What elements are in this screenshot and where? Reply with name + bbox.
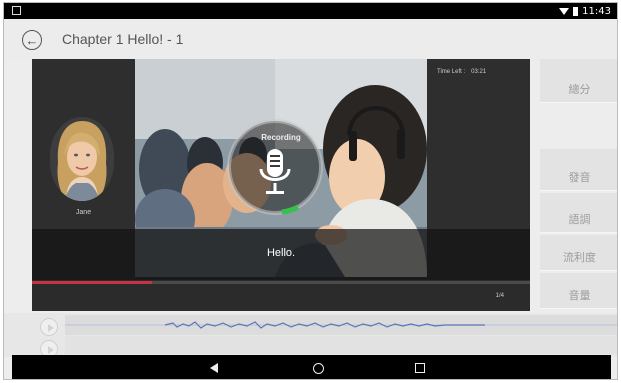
- triangle-back-icon: [210, 363, 218, 373]
- progress-bar: [32, 281, 530, 284]
- recorded-waveform: [65, 336, 617, 354]
- volume-score-button[interactable]: 音量: [540, 273, 617, 309]
- fluency-score-button[interactable]: 流利度: [540, 235, 617, 271]
- back-button[interactable]: ←: [22, 30, 42, 50]
- nav-recents-button[interactable]: [400, 355, 440, 379]
- time-left-value: 03:21: [471, 69, 487, 75]
- reference-waveform: [65, 315, 617, 335]
- page-counter: 1/4: [495, 293, 504, 299]
- title-bar: ← Chapter 1 Hello! - 1: [4, 19, 617, 61]
- caption-text: Hello.: [266, 247, 296, 259]
- circle-home-icon: [312, 362, 324, 374]
- intonation-score-button[interactable]: 語調: [540, 193, 617, 233]
- speaker-name: Jane: [75, 209, 92, 216]
- lesson-stage: Jane Time Left: 03:21 Hello. Recording …: [32, 59, 530, 311]
- system-nav-bar: [12, 355, 611, 379]
- timer-panel: Time Left : 03:21: [427, 59, 530, 229]
- nav-back-button[interactable]: [194, 355, 234, 379]
- total-score-button[interactable]: 總分: [540, 59, 617, 103]
- nav-home-button[interactable]: [298, 355, 338, 379]
- page-title: Chapter 1 Hello! - 1: [62, 31, 184, 47]
- waveform-area: [4, 313, 617, 358]
- speaker-panel: Jane: [32, 59, 135, 229]
- arrow-left-icon: ←: [25, 32, 39, 48]
- pronunciation-score-button[interactable]: 發音: [540, 149, 617, 191]
- time-left-label: Time Left :: [437, 69, 466, 75]
- speaker-avatar: [50, 117, 114, 201]
- progress-fill: [32, 281, 152, 284]
- time-left: Time Left : 03:21: [437, 69, 486, 75]
- score-column: 總分 發音 語調 流利度 音量: [540, 59, 617, 309]
- status-time: 11:43: [582, 5, 611, 17]
- notification-icon: [12, 6, 21, 15]
- recording-label: Recording: [261, 133, 301, 142]
- status-bar: 11:43: [4, 3, 617, 19]
- status-icons: 11:43: [559, 4, 611, 18]
- device-screen: 11:43 ← Chapter 1 Hello! - 1 Jane Time L…: [3, 2, 618, 380]
- play-icon[interactable]: [40, 318, 58, 336]
- record-button[interactable]: [226, 111, 324, 223]
- battery-icon: [573, 6, 579, 16]
- wifi-icon: [559, 7, 570, 15]
- square-recents-icon: [415, 363, 425, 373]
